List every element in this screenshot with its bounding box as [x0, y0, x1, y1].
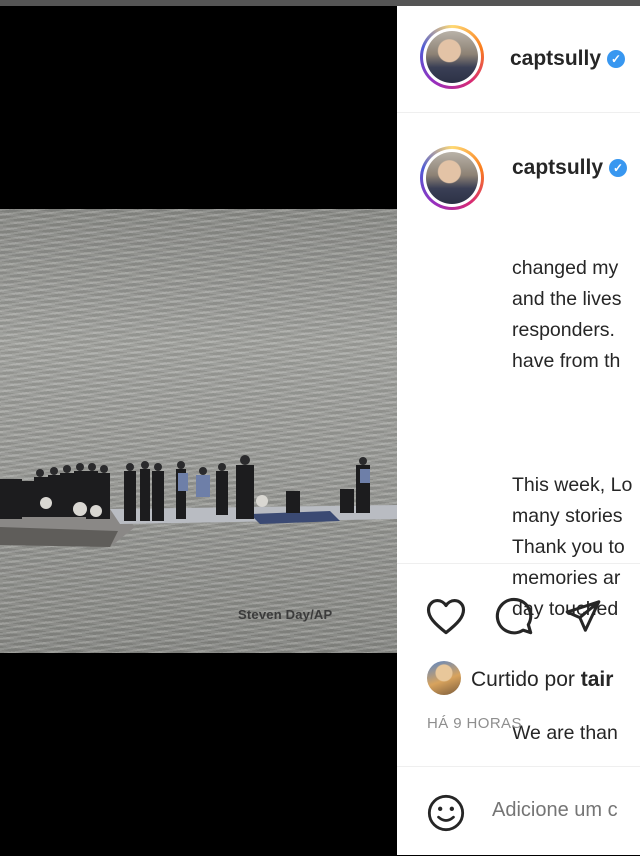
liked-by-prefix: Curtido por: [471, 668, 575, 691]
heart-icon[interactable]: [425, 596, 467, 636]
caption-paragraph-1: changed my and the lives responders. hav…: [512, 253, 640, 377]
comment-input[interactable]: [492, 799, 640, 822]
share-icon[interactable]: [564, 597, 602, 635]
post-header: captsully ✓: [397, 6, 640, 113]
people-on-wing-illustration: [0, 455, 397, 547]
liked-by-line: Curtido por tair: [427, 661, 613, 695]
header-username-text[interactable]: captsully: [510, 47, 601, 70]
caption-line: and the lives: [512, 288, 622, 310]
verified-badge-icon: ✓: [607, 50, 626, 68]
post-timestamp[interactable]: HÁ 9 HORAS: [427, 715, 522, 732]
caption-line: This week, Lo: [512, 474, 633, 496]
caption-username[interactable]: captsully ✓: [512, 156, 628, 180]
caption-line: changed my: [512, 257, 619, 279]
header-username[interactable]: captsully ✓: [510, 47, 626, 71]
liker-name[interactable]: tair: [581, 668, 614, 691]
verified-badge-icon: ✓: [609, 159, 628, 177]
header-avatar[interactable]: [420, 25, 484, 89]
post-photo: Steven Day/AP: [0, 209, 397, 653]
caption-avatar[interactable]: [420, 146, 484, 210]
caption-line: Thank you to: [512, 536, 625, 558]
post-side-panel: captsully ✓ captsully ✓ changed my and the…: [397, 6, 640, 855]
caption-line: have from th: [512, 350, 621, 372]
comment-bar: [397, 766, 640, 856]
smiley-icon[interactable]: [426, 793, 466, 833]
comment-icon[interactable]: [494, 596, 534, 636]
photo-credit: Steven Day/AP: [238, 607, 333, 622]
caption-line: many stories: [512, 505, 623, 527]
caption-line: responders.: [512, 319, 615, 341]
liker-avatar[interactable]: [427, 661, 461, 695]
post-media[interactable]: Steven Day/AP: [0, 6, 397, 855]
caption-username-text[interactable]: captsully: [512, 156, 603, 179]
